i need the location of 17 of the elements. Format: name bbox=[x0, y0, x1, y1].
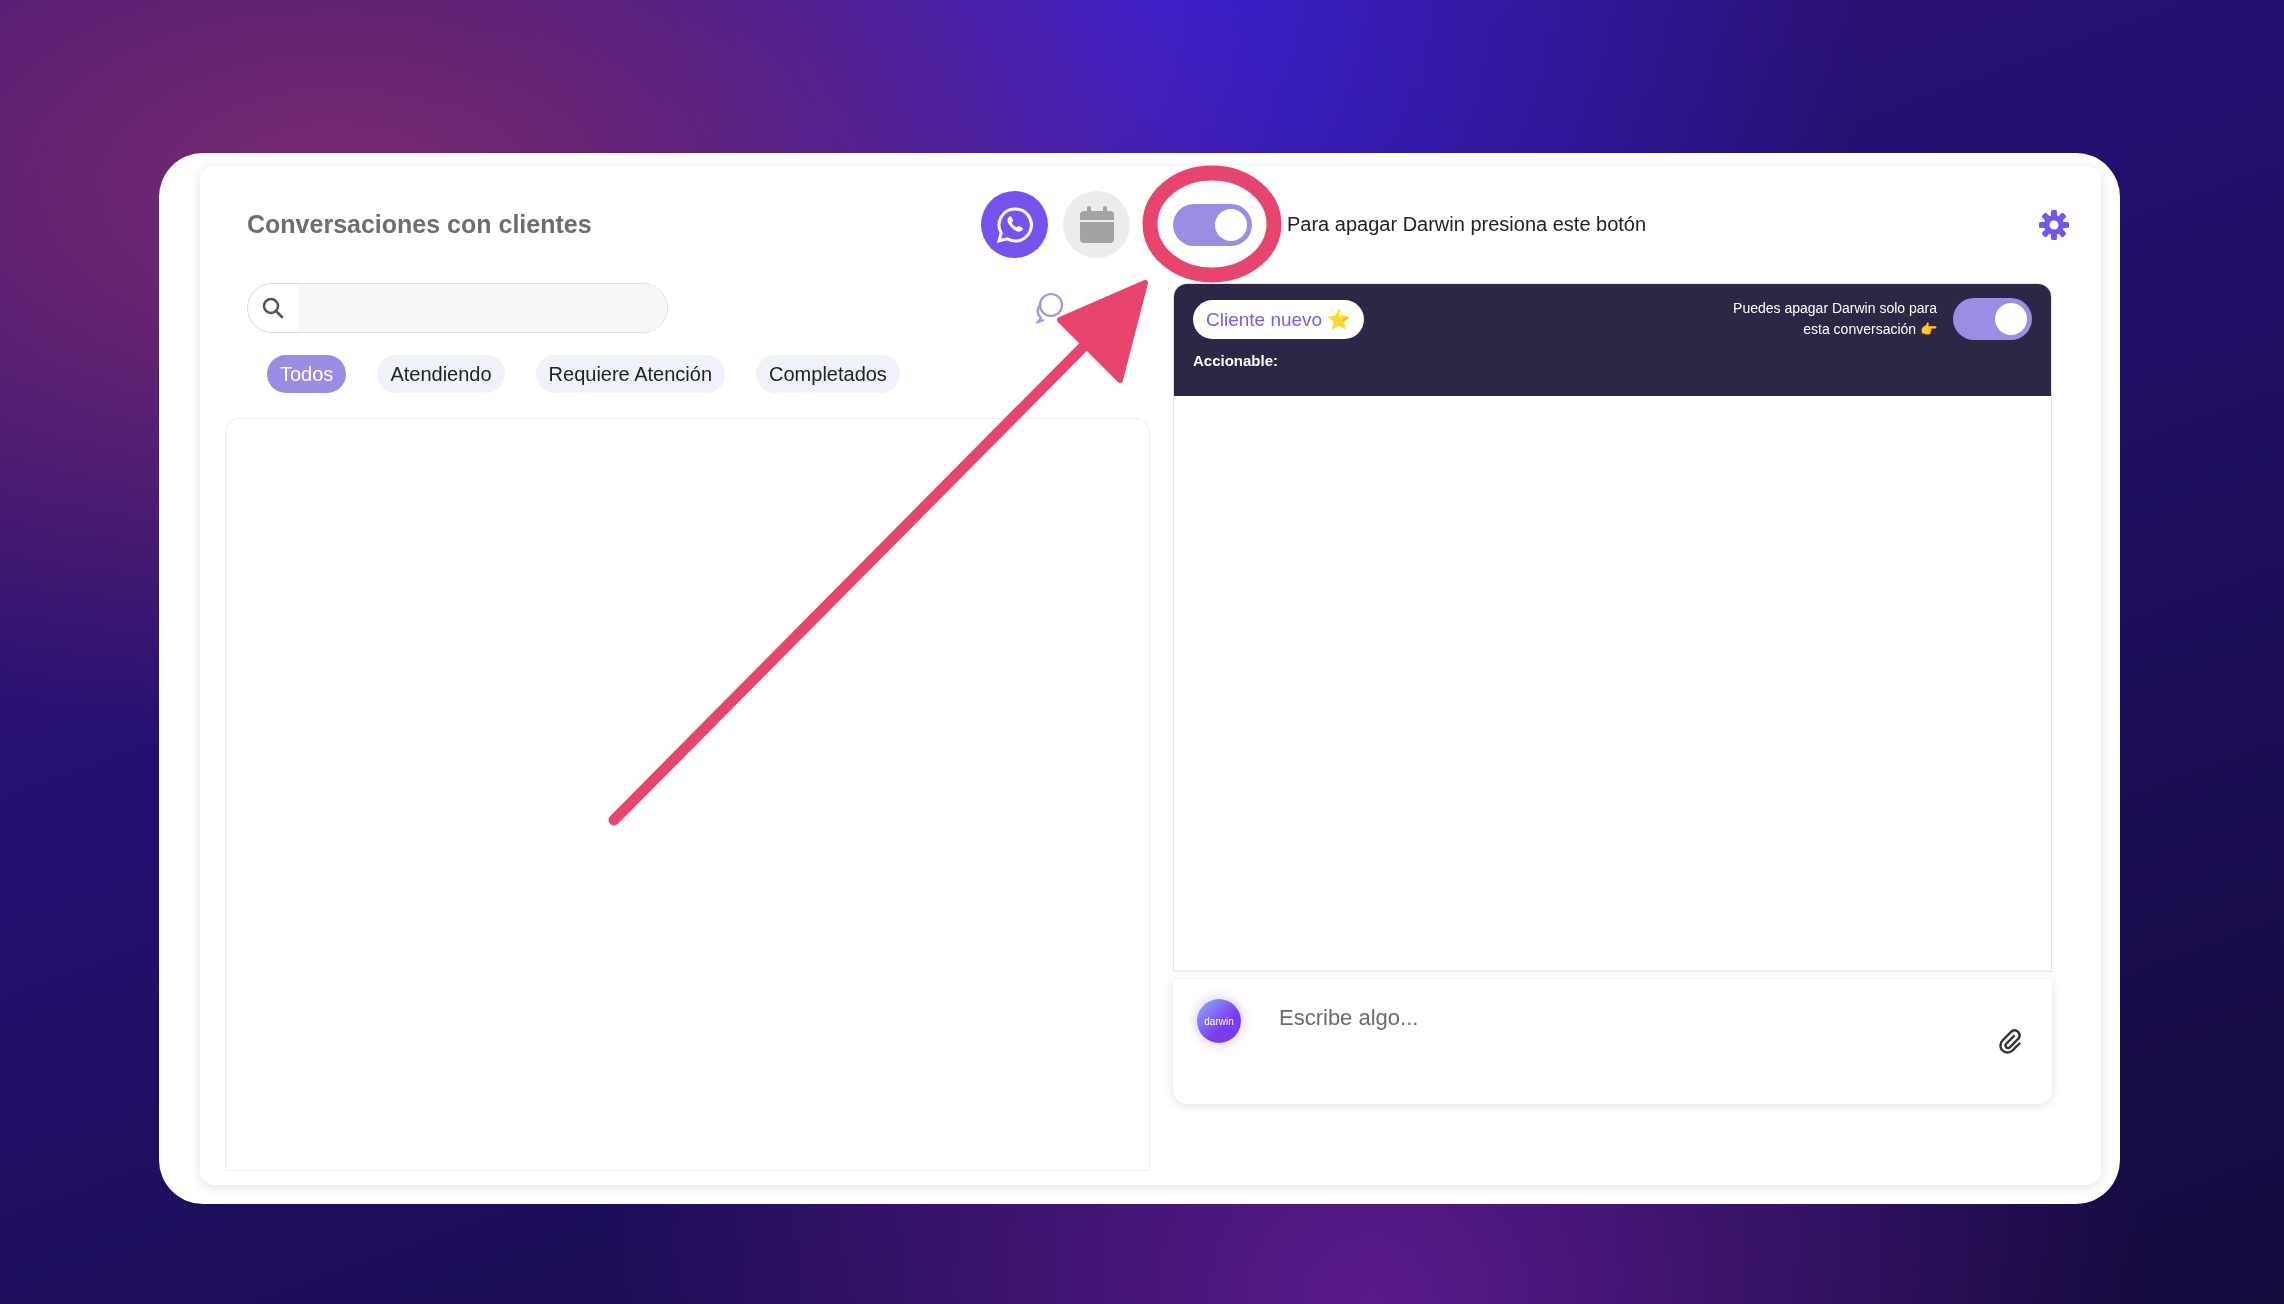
actionable-label: Accionable: bbox=[1193, 352, 1280, 369]
filter-tab[interactable]: Requiere Atención bbox=[535, 355, 726, 393]
bot-toggle[interactable] bbox=[1173, 203, 1252, 246]
search-icon bbox=[262, 297, 284, 319]
settings-icon[interactable] bbox=[2038, 208, 2070, 241]
filter-tab[interactable]: Completados bbox=[756, 355, 900, 393]
conversation-toggle-hint: Puedes apagar Darwin solo para esta conversación 👉 bbox=[1732, 299, 1937, 339]
phone-bubble-icon bbox=[994, 204, 1035, 245]
search-field[interactable] bbox=[247, 283, 668, 333]
calendar-icon bbox=[1077, 204, 1116, 245]
bot-avatar: darwin bbox=[1197, 999, 1241, 1043]
conversation-toggle[interactable] bbox=[1953, 298, 2032, 340]
filter-tab[interactable]: Atendiendo bbox=[377, 355, 505, 393]
page-title: Conversaciones con clientes bbox=[247, 210, 592, 239]
client-tag: Cliente nuevo ⭐ bbox=[1193, 299, 1365, 339]
toggle-hint: Para apagar Darwin presiona este botón bbox=[1287, 213, 1647, 236]
paperclip-icon[interactable] bbox=[1998, 1029, 2022, 1055]
